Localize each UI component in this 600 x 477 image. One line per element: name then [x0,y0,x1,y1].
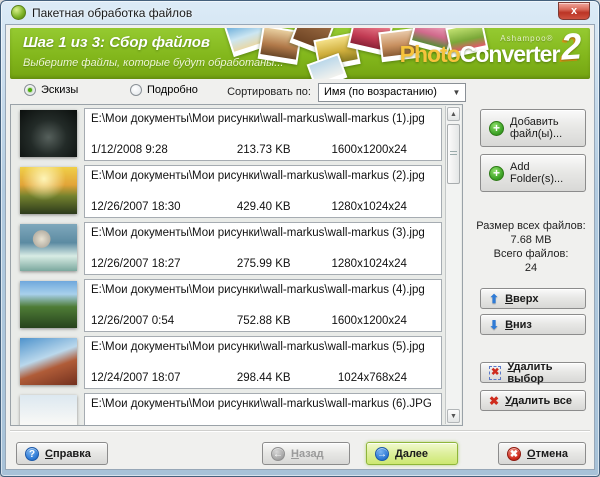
file-path: E:\Мои документы\Мои рисунки\wall-markus… [91,341,435,353]
arrow-up-icon: ⬆ [489,293,499,305]
close-button[interactable]: x [558,2,590,20]
file-path: E:\Мои документы\Мои рисунки\wall-markus… [91,398,435,410]
file-dimensions: 1024x768x24 [313,372,433,384]
help-icon: ? [25,447,39,461]
file-stats: Размер всех файлов: 7.68 MB Всего файлов… [468,219,594,275]
titlebar[interactable]: Пакетная обработка файлов x [5,1,595,24]
scrollbar-grip [450,151,457,157]
file-date: 12/26/2007 18:30 [91,201,214,213]
app-window: Пакетная обработка файлов x Шаг 1 из 3: … [0,0,600,477]
delete-all-icon: ✖ [489,395,499,407]
remove-all-label: Удалить все [505,395,572,407]
sort-by-dropdown[interactable]: Имя (по возрастанию) ▼ [318,83,466,102]
radio-thumbnails-dot [24,84,36,96]
list-scrollbar[interactable]: ▲ ▼ [445,106,461,424]
sort-by-label: Сортировать по: [156,86,311,98]
file-date: 12/26/2007 0:54 [91,315,214,327]
total-size-value: 7.68 MB [468,233,594,247]
file-size: 752.88 KB [214,315,313,327]
file-row[interactable]: E:\Мои документы\Мои рисунки\wall-markus… [14,222,442,275]
next-icon: → [375,447,389,461]
move-up-label: Вверх [505,293,538,305]
back-label: Назад [291,448,324,460]
next-label: Далее [395,448,428,460]
radio-thumbnails[interactable]: Эскизы [24,84,78,96]
footer-divider [10,430,590,432]
chevron-down-icon: ▼ [450,86,463,99]
window-title: Пакетная обработка файлов [32,6,192,20]
sort-by-value: Имя (по возрастанию) [324,86,437,98]
cancel-icon: ✖ [507,447,521,461]
view-controls: Эскизы Подробно Сортировать по: Имя (по … [6,81,594,103]
file-path: E:\Мои документы\Мои рисунки\wall-markus… [91,170,435,182]
total-size-label: Размер всех файлов: [468,219,594,233]
add-files-label: Добавить файл(ы)... [510,116,577,140]
wizard-banner: Шаг 1 из 3: Сбор файлов Выберите файлы, … [10,28,590,79]
cancel-button[interactable]: ✖ Отмена [498,442,586,465]
move-down-label: Вниз [505,319,532,331]
file-dimensions: 1280x1024x24 [313,201,433,213]
wizard-step-title: Шаг 1 из 3: Сбор файлов [23,34,210,51]
file-thumbnail [20,110,77,157]
brand-photo-word: Photo [400,41,460,67]
add-folders-label: Add Folder(s)... [510,161,577,185]
plus-icon: + [489,121,504,136]
move-down-button[interactable]: ⬇ Вниз [480,314,586,335]
file-list: E:\Мои документы\Мои рисунки\wall-markus… [10,104,463,426]
file-size: 213.73 KB [214,144,313,156]
help-button[interactable]: ? Справка [16,442,108,465]
app-icon [11,5,26,20]
add-folders-button[interactable]: + Add Folder(s)... [480,154,586,192]
file-row[interactable]: E:\Мои документы\Мои рисунки\wall-markus… [14,279,442,332]
wizard-step-subtitle: Выберите файлы, которые будут обработаны… [23,57,283,69]
brand-logo: Ashampoo® PhotoConverter 2 [400,32,582,67]
file-date: 1/12/2008 9:28 [91,144,214,156]
cancel-label: Отмена [527,448,568,460]
brand-converter-word: Converter [460,41,560,67]
move-up-button[interactable]: ⬆ Вверх [480,288,586,309]
arrow-down-icon: ⬇ [489,319,499,331]
file-dimensions: 1600x1200x24 [313,315,433,327]
scrollbar-thumb[interactable] [447,124,460,184]
brand-version: 2 [560,31,583,62]
file-path: E:\Мои документы\Мои рисунки\wall-markus… [91,227,435,239]
file-row[interactable]: E:\Мои документы\Мои рисунки\wall-markus… [14,393,442,426]
file-count-value: 24 [468,261,594,275]
radio-details-dot [130,84,142,96]
file-dimensions: 1600x1200x24 [313,144,433,156]
file-thumbnail [20,395,77,426]
file-date: 12/24/2007 18:07 [91,372,214,384]
remove-selected-label: Удалить выбор [507,361,577,385]
file-thumbnail [20,224,77,271]
dialog-body: Шаг 1 из 3: Сбор файлов Выберите файлы, … [5,24,595,470]
file-count-label: Всего файлов: [468,247,594,261]
file-path: E:\Мои документы\Мои рисунки\wall-markus… [91,113,435,125]
remove-selected-button[interactable]: ✖ Удалить выбор [480,362,586,383]
file-row[interactable]: E:\Мои документы\Мои рисунки\wall-markus… [14,336,442,389]
file-thumbnail [20,281,77,328]
file-size: 429.40 KB [214,201,313,213]
remove-all-button[interactable]: ✖ Удалить все [480,390,586,411]
plus-icon: + [489,166,504,181]
delete-selection-icon: ✖ [489,366,501,380]
scroll-down-icon[interactable]: ▼ [447,409,460,423]
scroll-up-icon[interactable]: ▲ [447,107,460,121]
next-button[interactable]: → Далее [366,442,458,465]
file-size: 298.44 KB [214,372,313,384]
file-dimensions: 1280x1024x24 [313,258,433,270]
add-files-button[interactable]: + Добавить файл(ы)... [480,109,586,147]
back-icon: ← [271,447,285,461]
file-path: E:\Мои документы\Мои рисунки\wall-markus… [91,284,435,296]
radio-thumbnails-label: Эскизы [41,84,78,96]
help-label: Справка [45,448,91,460]
file-thumbnail [20,167,77,214]
file-size: 275.99 KB [214,258,313,270]
file-row[interactable]: E:\Мои документы\Мои рисунки\wall-markus… [14,108,442,161]
file-date: 12/26/2007 18:27 [91,258,214,270]
back-button: ← Назад [262,442,350,465]
file-thumbnail [20,338,77,385]
file-row[interactable]: E:\Мои документы\Мои рисунки\wall-markus… [14,165,442,218]
